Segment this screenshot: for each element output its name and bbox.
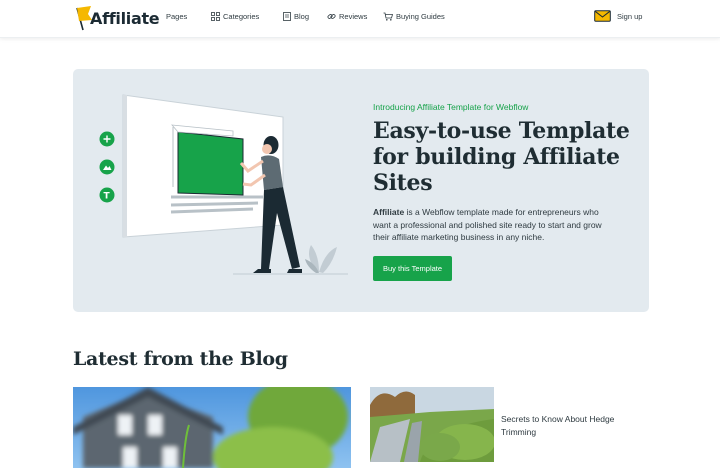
cart-icon xyxy=(383,12,393,21)
link-icon xyxy=(327,14,336,19)
nav-buying-guides[interactable]: Buying Guides xyxy=(383,12,445,21)
hero-banner: T Introducing Affiliate Template for Web… xyxy=(73,69,649,312)
svg-text:T: T xyxy=(104,192,111,202)
blog-post-image[interactable] xyxy=(73,387,351,468)
document-icon xyxy=(283,12,291,21)
nav-buying-guides-label: Buying Guides xyxy=(396,12,445,21)
envelope-icon xyxy=(594,10,611,22)
nav-reviews-label: Reviews xyxy=(339,12,368,21)
nav-pages[interactable]: Pages xyxy=(166,12,187,21)
hedge-photo xyxy=(370,387,494,462)
nav-blog[interactable]: Blog xyxy=(283,12,309,21)
hedge-post-image[interactable] xyxy=(370,387,494,462)
hero-copy: Introducing Affiliate Template for Webfl… xyxy=(373,102,633,281)
nav-reviews[interactable]: Reviews xyxy=(327,12,367,21)
grid-icon xyxy=(211,12,220,21)
hero-eyebrow: Introducing Affiliate Template for Webfl… xyxy=(373,102,529,112)
signup-link[interactable]: Sign up xyxy=(594,10,642,22)
nav-categories[interactable]: Categories xyxy=(211,12,259,21)
nav-categories-label: Categories xyxy=(223,12,260,21)
top-nav: Affiliate Pages Categories Blog Reviews xyxy=(0,0,720,38)
hero-description-brand: Affiliate xyxy=(373,207,405,217)
signup-label: Sign up xyxy=(617,11,643,21)
logo-text[interactable]: Affiliate xyxy=(90,9,160,28)
house-photo xyxy=(73,387,351,468)
buy-template-button[interactable]: Buy this Template xyxy=(373,255,453,281)
hero-description: Affiliate is a Webflow template made for… xyxy=(373,206,613,244)
nav-blog-label: Blog xyxy=(294,12,310,21)
hedge-post-title[interactable]: Secrets to Know About Hedge Trimming xyxy=(501,413,641,438)
hero-illustration: T xyxy=(99,94,348,275)
hero-description-text: is a Webflow template made for entrepren… xyxy=(373,207,602,242)
hero-title: Easy-to-use Template for building Affili… xyxy=(373,118,630,196)
blog-heading: Latest from the Blog xyxy=(73,348,288,370)
nav-pages-label: Pages xyxy=(166,12,188,21)
